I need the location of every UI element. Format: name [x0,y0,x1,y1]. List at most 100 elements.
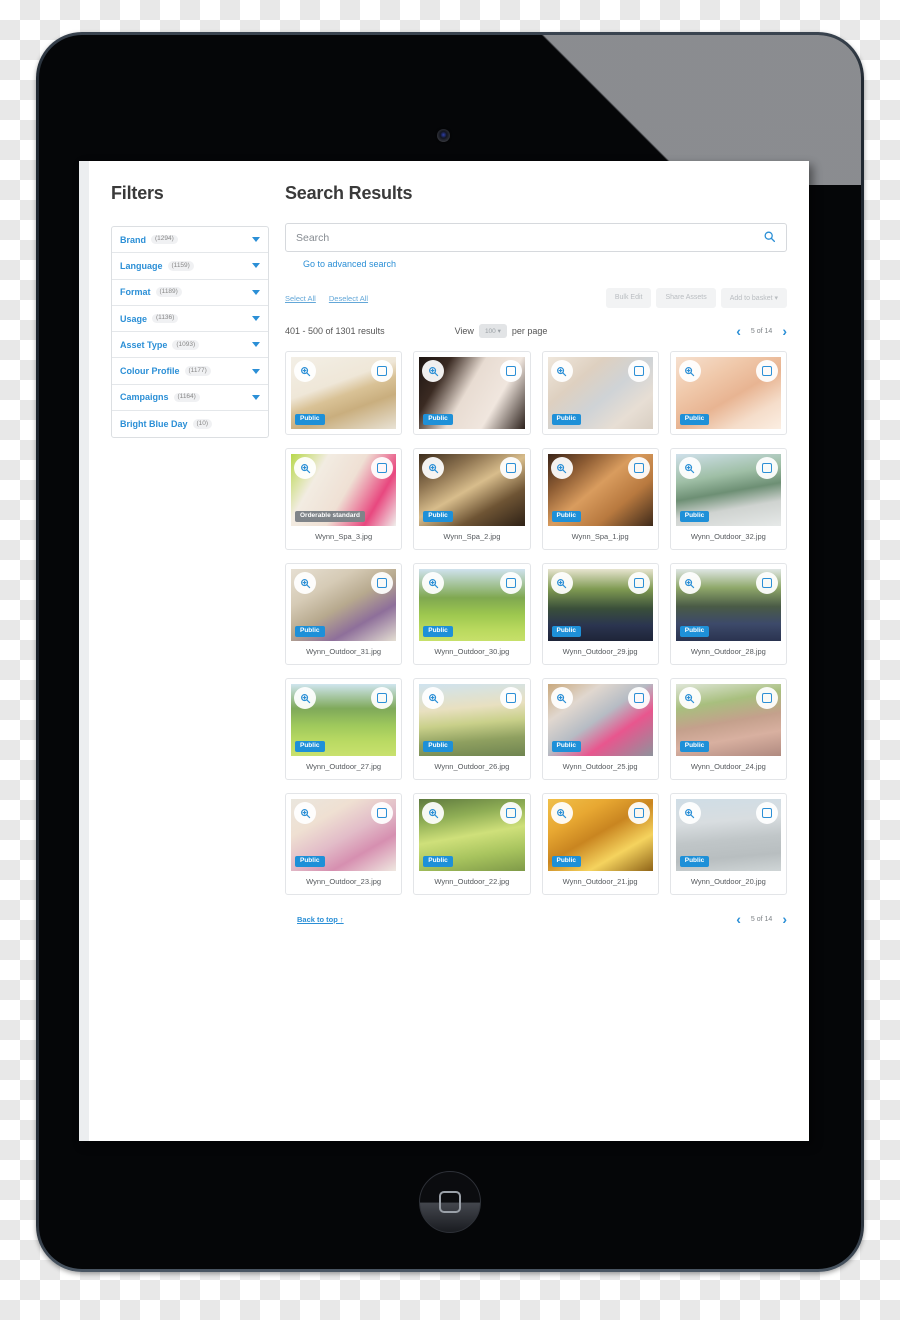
magnifier-plus-icon[interactable] [678,687,701,709]
magnifier-plus-icon[interactable] [678,457,701,479]
home-button[interactable] [419,1171,481,1233]
asset-tile[interactable]: Public [413,351,531,435]
asset-tile[interactable]: Public Wynn_Outdoor_22.jpg [413,793,531,895]
chevron-down-icon[interactable] [252,342,260,348]
asset-thumbnail[interactable]: Public [419,357,525,429]
asset-thumbnail[interactable]: Public [675,569,781,641]
checkbox-icon[interactable] [499,802,522,824]
advanced-search-link[interactable]: Go to advanced search [303,259,396,269]
asset-tile[interactable]: Orderable standard Wynn_Spa_3.jpg [285,448,403,550]
per-page-select[interactable]: 100 ▾ [478,324,507,338]
asset-tile[interactable]: Public Wynn_Outdoor_21.jpg [541,793,659,895]
magnifier-plus-icon[interactable] [550,572,573,594]
magnifier-plus-icon[interactable] [550,687,573,709]
asset-thumbnail[interactable]: Public [291,799,397,871]
asset-thumbnail[interactable]: Public [547,357,653,429]
asset-thumbnail[interactable]: Public [675,357,781,429]
asset-thumbnail[interactable]: Public [675,684,781,756]
magnifier-plus-icon[interactable] [678,360,701,382]
magnifier-plus-icon[interactable] [294,360,316,382]
checkbox-icon[interactable] [499,687,522,709]
asset-tile[interactable]: Public Wynn_Outdoor_28.jpg [669,563,787,665]
chevron-down-icon[interactable] [252,263,260,269]
filter-row-asset-type[interactable]: Asset Type (1093) [112,332,268,359]
asset-tile[interactable]: Public Wynn_Spa_2.jpg [413,448,531,550]
asset-tile[interactable]: Public Wynn_Outdoor_24.jpg [669,678,787,780]
filter-row-language[interactable]: Language (1159) [112,253,268,280]
asset-thumbnail[interactable]: Public [419,684,525,756]
checkbox-icon[interactable] [627,360,650,382]
magnifier-plus-icon[interactable] [294,687,316,709]
checkbox-icon[interactable] [627,457,650,479]
share-assets-button[interactable]: Share Assets [656,288,716,308]
select-all-link[interactable]: Select All [285,294,316,303]
back-to-top-link[interactable]: Back to top ↑ [297,915,344,924]
add-to-basket-button[interactable]: Add to basket ▾ [720,288,787,308]
asset-tile[interactable]: Public [669,351,787,435]
asset-thumbnail[interactable]: Public [291,569,397,641]
magnifier-plus-icon[interactable] [294,457,316,479]
asset-thumbnail[interactable]: Public [675,799,781,871]
next-page-button[interactable]: › [782,324,787,338]
search-icon[interactable] [763,230,776,245]
checkbox-icon[interactable] [627,802,650,824]
asset-tile[interactable]: Public Wynn_Outdoor_20.jpg [669,793,787,895]
checkbox-icon[interactable] [756,687,778,709]
chevron-down-icon[interactable] [252,237,260,243]
checkbox-icon[interactable] [499,360,522,382]
asset-thumbnail[interactable]: Public [547,799,653,871]
asset-thumbnail[interactable]: Public [291,357,397,429]
asset-tile[interactable]: Public Wynn_Outdoor_25.jpg [541,678,659,780]
asset-tile[interactable]: Public [285,351,403,435]
checkbox-icon[interactable] [756,802,778,824]
asset-tile[interactable]: Public Wynn_Outdoor_23.jpg [285,793,403,895]
asset-tile[interactable]: Public Wynn_Outdoor_31.jpg [285,563,403,665]
filter-row-brand[interactable]: Brand (1294) [112,227,268,254]
asset-tile[interactable]: Public Wynn_Outdoor_26.jpg [413,678,531,780]
asset-tile[interactable]: Public [541,351,659,435]
asset-thumbnail[interactable]: Public [419,454,525,526]
filter-row-colour-profile[interactable]: Colour Profile (1177) [112,358,268,385]
chevron-down-icon[interactable] [252,394,260,400]
search-bar[interactable] [285,223,787,252]
asset-thumbnail[interactable]: Public [547,569,653,641]
prev-page-button-bottom[interactable]: ‹ [736,912,741,926]
checkbox-icon[interactable] [627,687,650,709]
magnifier-plus-icon[interactable] [294,572,316,594]
prev-page-button[interactable]: ‹ [736,324,741,338]
asset-thumbnail[interactable]: Public [291,684,397,756]
checkbox-icon[interactable] [499,572,522,594]
next-page-button-bottom[interactable]: › [782,912,787,926]
asset-tile[interactable]: Public Wynn_Outdoor_27.jpg [285,678,403,780]
checkbox-icon[interactable] [499,457,522,479]
filter-row-format[interactable]: Format (1189) [112,280,268,306]
magnifier-plus-icon[interactable] [678,572,701,594]
bulk-edit-button[interactable]: Bulk Edit [605,288,652,308]
deselect-all-link[interactable]: Deselect All [329,294,368,303]
asset-tile[interactable]: Public Wynn_Outdoor_29.jpg [541,563,659,665]
filter-row-bright-blue-day[interactable]: Bright Blue Day (10) [112,411,268,437]
magnifier-plus-icon[interactable] [550,457,573,479]
asset-tile[interactable]: Public Wynn_Spa_1.jpg [541,448,659,550]
magnifier-plus-icon[interactable] [294,802,316,824]
filter-row-campaigns[interactable]: Campaigns (1164) [112,385,268,412]
checkbox-icon[interactable] [627,572,650,594]
checkbox-icon[interactable] [756,457,778,479]
asset-thumbnail[interactable]: Public [419,569,525,641]
chevron-down-icon[interactable] [252,289,260,295]
asset-tile[interactable]: Public Wynn_Outdoor_30.jpg [413,563,531,665]
checkbox-icon[interactable] [756,360,778,382]
magnifier-plus-icon[interactable] [678,802,701,824]
asset-thumbnail[interactable]: Orderable standard [291,454,397,526]
asset-thumbnail[interactable]: Public [675,454,781,526]
asset-thumbnail[interactable]: Public [547,684,653,756]
magnifier-plus-icon[interactable] [550,802,573,824]
asset-thumbnail[interactable]: Public [547,454,653,526]
checkbox-icon[interactable] [756,572,778,594]
filter-row-usage[interactable]: Usage (1136) [112,306,268,333]
search-input[interactable] [296,231,763,244]
chevron-down-icon[interactable] [252,368,260,374]
chevron-down-icon[interactable] [252,316,260,322]
asset-thumbnail[interactable]: Public [419,799,525,871]
magnifier-plus-icon[interactable] [550,360,573,382]
